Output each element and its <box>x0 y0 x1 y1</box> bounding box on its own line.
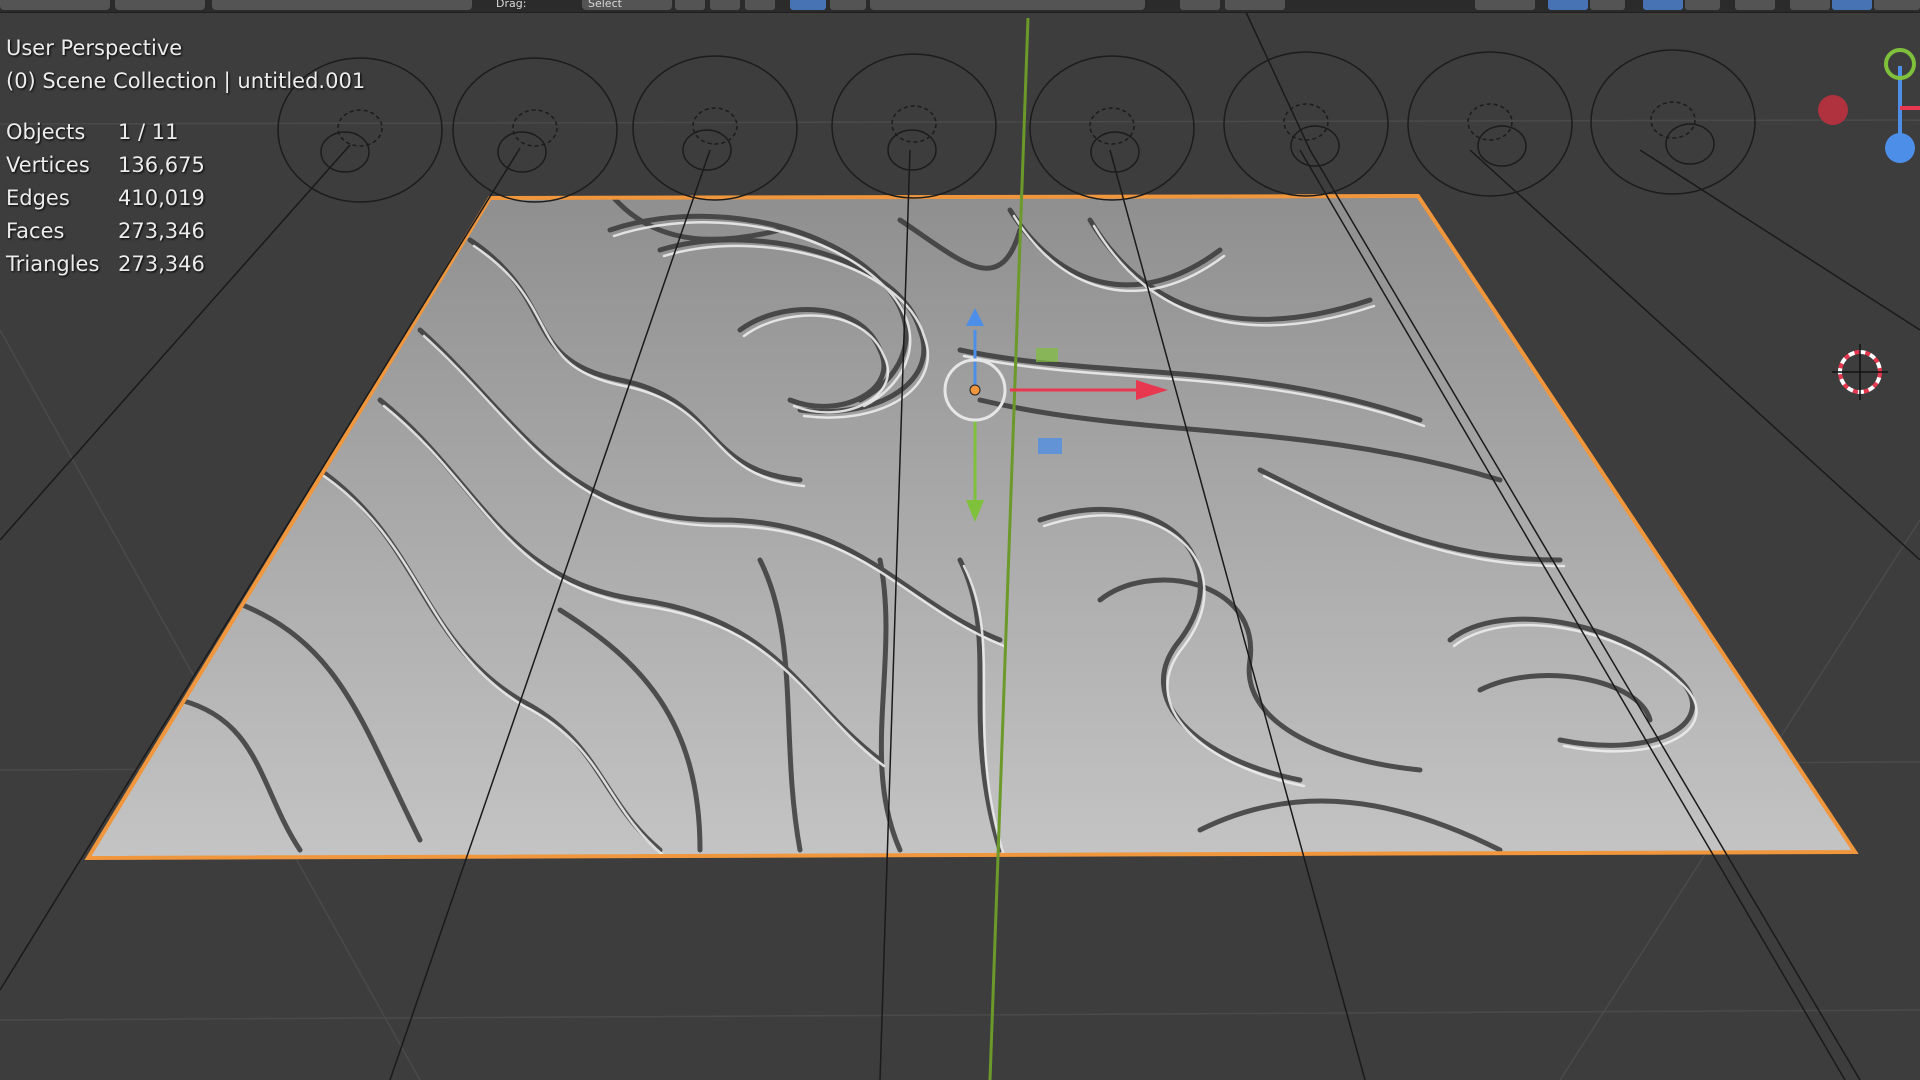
stat-row-faces: Faces 273,346 <box>6 215 205 248</box>
select-invert-icon[interactable] <box>790 0 826 10</box>
select-extend-icon[interactable] <box>710 0 740 10</box>
overlay-toggle-icon[interactable] <box>1643 0 1683 10</box>
snap-toggle-icon[interactable] <box>1548 0 1588 10</box>
material-shading-icon[interactable] <box>1874 0 1920 10</box>
3d-cursor-icon[interactable] <box>1832 344 1888 400</box>
stat-row-edges: Edges 410,019 <box>6 182 205 215</box>
light-2 <box>452 57 618 203</box>
3d-viewport[interactable]: Drag: Select User Perspective (0) Scene … <box>0 0 1920 1080</box>
overlay-dropdown[interactable] <box>1685 0 1720 10</box>
light-6 <box>1223 51 1389 197</box>
proportional-edit-icon[interactable] <box>1180 0 1220 10</box>
light-3 <box>632 55 798 201</box>
mode-dropdown[interactable] <box>0 0 110 10</box>
snap-dropdown[interactable] <box>1475 0 1535 10</box>
stat-row-objects: Objects 1 / 11 <box>6 116 205 149</box>
snap-target-icon[interactable] <box>1590 0 1625 10</box>
sculpted-plane[interactable] <box>84 180 1859 861</box>
view-menu[interactable] <box>115 0 205 10</box>
navigation-gizmo-icon[interactable] <box>1818 48 1920 163</box>
stat-label: Objects <box>6 120 86 144</box>
viewport-header: Drag: Select <box>0 0 1920 13</box>
wireframe-shading-icon[interactable] <box>1790 0 1830 10</box>
stat-label: Vertices <box>6 153 90 177</box>
select-box-icon[interactable] <box>675 0 705 10</box>
solid-shading-icon[interactable] <box>1832 0 1872 10</box>
stat-value: 1 / 11 <box>118 120 179 144</box>
collection-info: (0) Scene Collection | untitled.001 <box>6 69 366 93</box>
select-subtract-icon[interactable] <box>745 0 775 10</box>
light-8 <box>1590 49 1756 195</box>
stat-value: 136,675 <box>118 153 205 177</box>
stat-row-vertices: Vertices 136,675 <box>6 149 205 182</box>
light-objects[interactable] <box>277 49 1756 203</box>
drag-label: Drag: <box>496 0 527 10</box>
transform-orientation-dropdown[interactable] <box>212 0 472 10</box>
select-intersect-icon[interactable] <box>830 0 866 10</box>
stat-label: Edges <box>6 186 70 210</box>
drag-dropdown[interactable]: Select <box>582 0 672 10</box>
stat-label: Faces <box>6 219 65 243</box>
scene-statistics: Objects 1 / 11 Vertices 136,675 Edges 410,0… <box>6 116 205 281</box>
xray-toggle-icon[interactable] <box>1735 0 1775 10</box>
stat-value: 410,019 <box>118 186 205 210</box>
stat-value: 273,346 <box>118 219 205 243</box>
stat-value: 273,346 <box>118 252 205 276</box>
light-7 <box>1407 51 1573 197</box>
stat-row-triangles: Triangles 273,346 <box>6 248 205 281</box>
stat-label: Triangles <box>6 252 100 276</box>
pivot-slider[interactable] <box>870 0 1145 10</box>
viewport-info: User Perspective (0) Scene Collection | … <box>6 32 365 98</box>
light-5 <box>1029 55 1195 201</box>
light-4 <box>831 53 997 199</box>
falloff-icon[interactable] <box>1225 0 1285 10</box>
view-name: User Perspective <box>6 36 183 60</box>
viewport-scene[interactable] <box>0 0 1920 1080</box>
